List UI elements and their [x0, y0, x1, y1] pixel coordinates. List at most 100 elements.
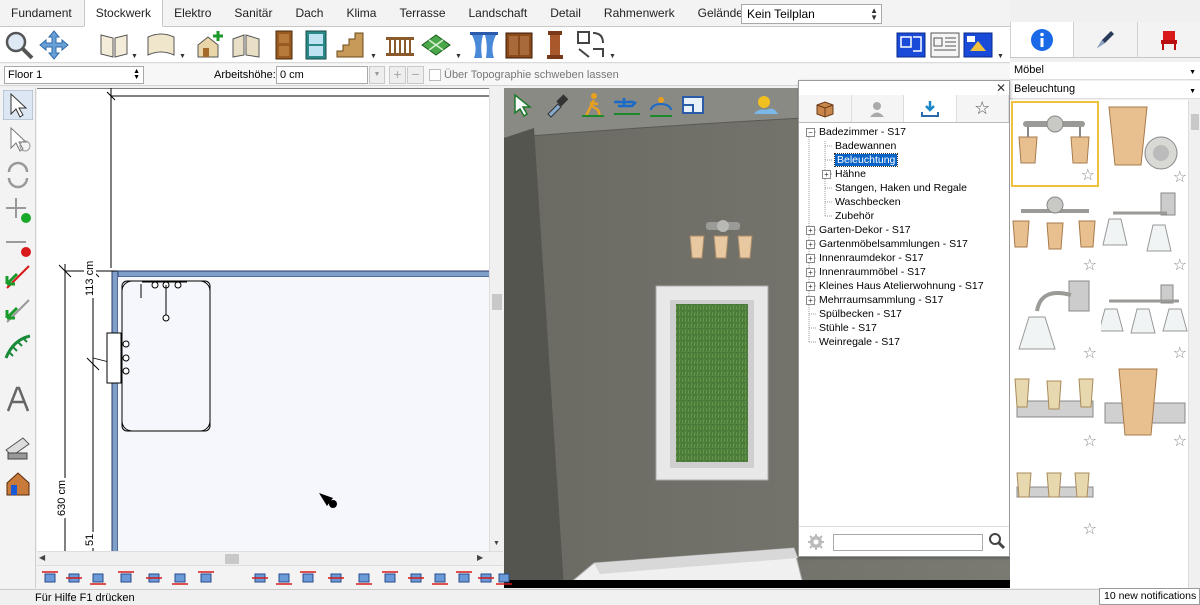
plan-horizontal-scrollbar[interactable]: ◀ ▶	[37, 551, 503, 565]
star-icon[interactable]: ☆	[1081, 165, 1095, 185]
tree-item[interactable]: Badewannen	[835, 139, 896, 153]
fly-icon[interactable]	[612, 92, 642, 118]
minus-button[interactable]: −	[407, 66, 424, 84]
thumbnail-item[interactable]: ☆	[1101, 365, 1189, 451]
distribute-d-icon[interactable]	[355, 569, 373, 587]
tree-item[interactable]: + Gartenmöbelsammlungen - S17	[806, 237, 968, 251]
floor-select[interactable]: Floor 1 ▲ ▼	[4, 66, 144, 84]
dimension-icon[interactable]	[381, 569, 399, 587]
thumbnail-item[interactable]: ☆	[1011, 277, 1099, 363]
scroll-right-icon[interactable]: ▶	[477, 553, 483, 562]
railing-icon[interactable]	[384, 29, 416, 61]
distribute-h-icon[interactable]	[145, 569, 163, 587]
tab-dach[interactable]: Dach	[284, 0, 335, 26]
tree-item[interactable]: Spülbecken - S17	[819, 307, 902, 321]
tree-item[interactable]: + Garten-Dekor - S17	[806, 223, 911, 237]
star-icon[interactable]: ☆	[1173, 343, 1187, 363]
expand-icon[interactable]: +	[806, 240, 815, 249]
distribute-a-icon[interactable]	[275, 569, 293, 587]
window-icon[interactable]	[300, 29, 332, 61]
dropdown-icon[interactable]: ▼	[455, 53, 462, 60]
remove-point-icon[interactable]	[3, 228, 33, 258]
plan-view-icon[interactable]	[895, 29, 927, 61]
object-select-icon[interactable]	[3, 124, 33, 154]
add-point-icon[interactable]	[3, 194, 33, 224]
book-icon[interactable]	[98, 29, 130, 61]
house-view-icon[interactable]	[3, 468, 33, 498]
tree-item[interactable]: + Mehrraumsammlung - S17	[806, 293, 943, 307]
tab-library-user[interactable]	[852, 95, 904, 122]
tree-item[interactable]: + Kleines Haus Atelierwohnung - S17	[806, 279, 984, 293]
frame-b-icon[interactable]	[477, 569, 495, 587]
eyedropper-icon[interactable]	[544, 92, 570, 118]
dropdown-icon[interactable]: ▼	[131, 53, 138, 60]
plan-frame-icon[interactable]	[680, 92, 706, 118]
align-right-icon[interactable]	[251, 569, 269, 587]
star-icon[interactable]: ☆	[1083, 431, 1097, 451]
align-middle-icon[interactable]	[65, 569, 83, 587]
walk-icon[interactable]	[580, 92, 606, 118]
star-icon[interactable]: ☆	[1173, 431, 1187, 451]
shapes-icon[interactable]	[575, 29, 607, 61]
expand-icon[interactable]: +	[806, 226, 815, 235]
expand-icon[interactable]: +	[822, 170, 831, 179]
camera-icon[interactable]	[3, 432, 33, 462]
frame-a-icon[interactable]	[455, 569, 473, 587]
dropdown-icon[interactable]: ▼	[370, 53, 377, 60]
align-left-icon[interactable]	[171, 569, 189, 587]
rotate-icon[interactable]	[3, 160, 33, 190]
align-bottom-icon[interactable]	[89, 569, 107, 587]
thumbnail-item[interactable]: ☆	[1101, 101, 1189, 187]
arbeitshoehe-input[interactable]: 0 cm	[276, 66, 368, 84]
dropdown-icon[interactable]: ▼	[609, 53, 616, 60]
thumbnail-item[interactable]: ☆	[1101, 189, 1189, 275]
collapse-icon[interactable]: −	[806, 128, 815, 137]
thumbnails-scrollbar[interactable]	[1188, 100, 1200, 588]
dropdown-icon[interactable]: ▼	[997, 53, 1004, 60]
star-icon[interactable]: ☆	[1083, 255, 1097, 275]
curtain-icon[interactable]	[468, 29, 500, 61]
break-line-icon[interactable]	[3, 262, 33, 292]
tree-item[interactable]: + Hähne	[822, 167, 866, 181]
tab-terrasse[interactable]: Terrasse	[388, 0, 457, 26]
tab-pen[interactable]	[1073, 22, 1136, 57]
door-icon[interactable]	[268, 29, 300, 61]
zoom-icon[interactable]	[3, 29, 35, 61]
tab-sanitär[interactable]: Sanitär	[223, 0, 284, 26]
wall-curve-icon[interactable]	[145, 29, 177, 61]
thumbnail-item[interactable]: ☆	[1011, 365, 1099, 451]
close-icon[interactable]: ✕	[996, 81, 1006, 95]
cabinet-icon[interactable]	[503, 29, 535, 61]
tab-detail[interactable]: Detail	[539, 0, 593, 26]
floor-pattern-icon[interactable]	[420, 29, 452, 61]
distribute-b-icon[interactable]	[299, 569, 317, 587]
ruler-icon[interactable]	[495, 569, 513, 587]
scroll-down-icon[interactable]: ▼	[493, 540, 500, 547]
tab-stockwerk[interactable]: Stockwerk	[83, 0, 164, 27]
tree-item[interactable]: Waschbecken	[835, 195, 901, 209]
scroll-thumb[interactable]	[225, 554, 239, 564]
tab-library-box[interactable]	[799, 95, 852, 122]
tree-item[interactable]: + Innenraummöbel - S17	[806, 265, 926, 279]
tree-item[interactable]: Weinregale - S17	[819, 335, 900, 349]
plan-vertical-scrollbar[interactable]: ▼	[489, 88, 503, 551]
elevation-view-icon[interactable]	[929, 29, 961, 61]
column-icon[interactable]	[539, 29, 571, 61]
library-search-input[interactable]	[833, 534, 983, 551]
join-line-icon[interactable]	[3, 296, 33, 326]
thumbnail-item[interactable]: ☆	[1098, 277, 1189, 363]
gear-icon[interactable]	[807, 533, 825, 551]
tree-item[interactable]: − Badezimmer - S17	[806, 125, 906, 139]
expand-icon[interactable]: +	[806, 254, 815, 263]
tab-elektro[interactable]: Elektro	[163, 0, 223, 26]
tab-library-favorites[interactable]: ☆	[957, 95, 1009, 122]
pan-icon[interactable]	[38, 29, 70, 61]
star-icon[interactable]: ☆	[1083, 343, 1097, 363]
3d-view-icon[interactable]	[962, 29, 994, 61]
align-top-icon[interactable]	[41, 569, 59, 587]
expand-icon[interactable]: +	[806, 268, 815, 277]
tab-chair[interactable]	[1136, 22, 1200, 57]
tab-fundament[interactable]: Fundament	[0, 0, 84, 26]
tab-rahmenwerk[interactable]: Rahmenwerk	[593, 0, 687, 26]
tab-library-download[interactable]	[904, 95, 957, 122]
